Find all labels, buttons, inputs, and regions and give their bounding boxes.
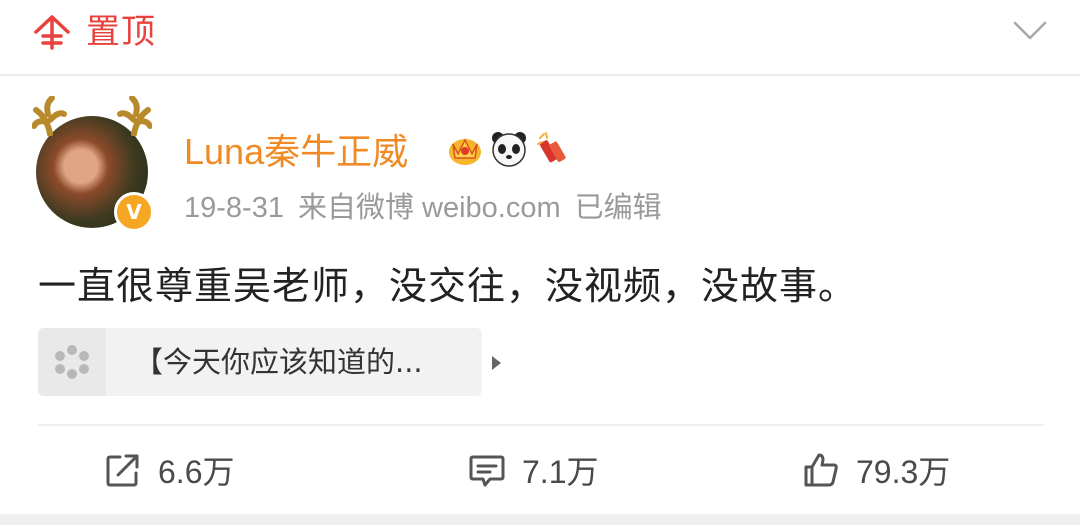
- play-arrow-icon: [492, 356, 501, 370]
- antlers-frame-icon: [32, 96, 152, 136]
- link-card[interactable]: 【今天你应该知道的...: [38, 328, 501, 396]
- chevron-down-icon[interactable]: [1012, 18, 1048, 42]
- section-separator: [0, 514, 1080, 525]
- firecracker-icon[interactable]: [534, 130, 572, 168]
- link-icon-box: [38, 328, 106, 396]
- post-text: 一直很尊重吴老师，没交往，没视频，没故事。: [38, 264, 858, 308]
- like-count: 79.3万: [856, 454, 951, 490]
- author-avatar[interactable]: V: [32, 96, 154, 236]
- author-name[interactable]: Luna秦牛正威: [184, 128, 408, 176]
- post-date: 19-8-31: [184, 192, 284, 224]
- repost-button[interactable]: 6.6万: [104, 430, 235, 510]
- comment-button[interactable]: 7.1万: [468, 430, 599, 510]
- link-card-title[interactable]: 【今天你应该知道的...: [134, 340, 423, 384]
- author-badges: [446, 130, 572, 174]
- weibo-link-icon: [55, 345, 89, 379]
- thumbs-up-icon: [804, 453, 838, 487]
- pinned-header: 置顶: [0, 0, 1080, 76]
- action-bar: 6.6万 7.1万 79.3万: [0, 430, 1080, 510]
- verified-badge: V: [114, 192, 154, 232]
- post-source: 来自微博 weibo.com: [297, 192, 561, 224]
- share-icon: [106, 454, 139, 487]
- edited-label[interactable]: 已编辑: [575, 192, 662, 224]
- post-meta: 19-8-31 来自微博 weibo.com 已编辑: [184, 188, 676, 228]
- repost-count: 6.6万: [158, 454, 235, 490]
- divider: [38, 424, 1044, 426]
- pinned-label: 置顶: [86, 12, 156, 52]
- crown-icon[interactable]: [446, 130, 484, 168]
- like-button[interactable]: 79.3万: [802, 430, 950, 510]
- panda-icon[interactable]: [490, 130, 528, 168]
- pin-top-icon: [34, 15, 70, 50]
- comment-count: 7.1万: [522, 454, 599, 490]
- comment-icon: [469, 455, 505, 487]
